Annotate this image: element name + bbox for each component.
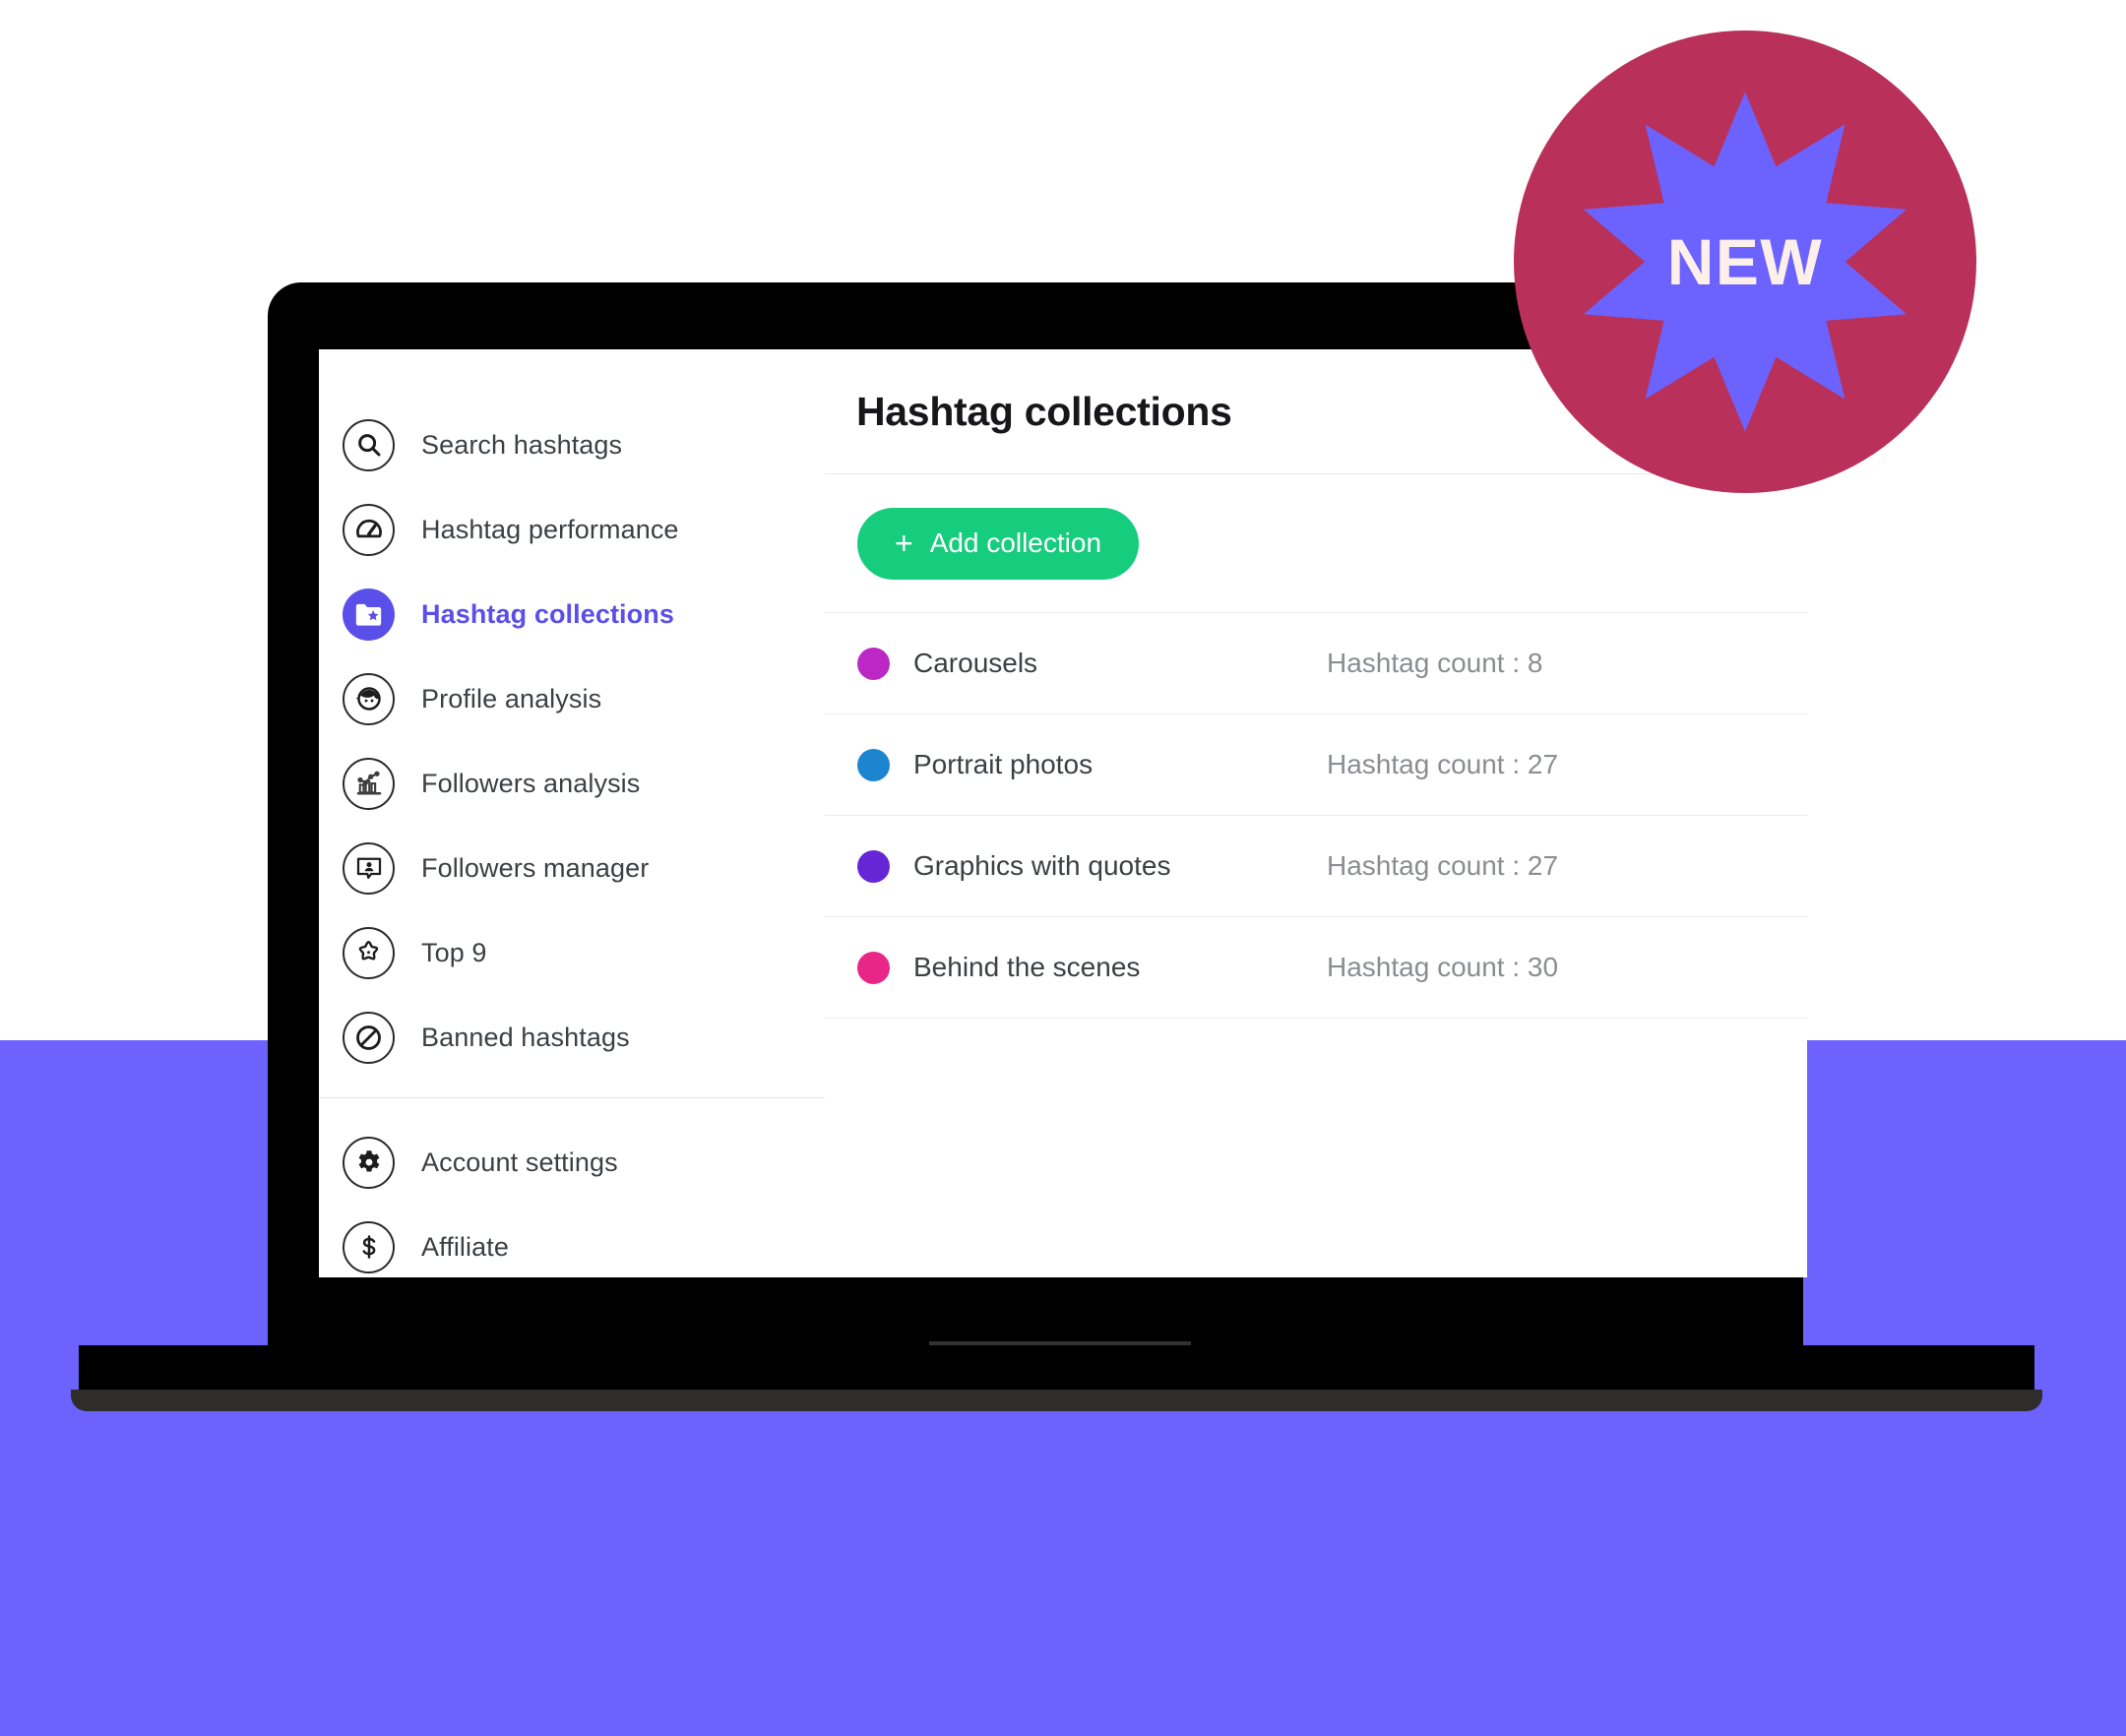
collection-color-dot: [857, 748, 890, 781]
sidebar-item-hashtag-performance[interactable]: Hashtag performance: [319, 487, 825, 572]
sidebar-primary-nav: Search hashtags Hashtag performance Hash…: [319, 403, 825, 1080]
bar-chart-icon: [343, 757, 395, 810]
sidebar-item-profile-analysis[interactable]: Profile analysis: [319, 656, 825, 741]
collection-row[interactable]: Behind the scenes Hashtag count : 30: [825, 917, 1807, 1019]
collection-color-dot: [857, 849, 890, 883]
collection-list-empty-space: [825, 1019, 1807, 1277]
collection-hashtag-count: Hashtag count : 30: [1327, 952, 1559, 982]
plus-icon: +: [895, 526, 913, 561]
collection-color-dot: [857, 951, 890, 984]
sidebar-item-label: Search hashtags: [421, 429, 623, 460]
sidebar-item-label: Hashtag performance: [421, 514, 679, 544]
collection-row[interactable]: Graphics with quotes Hashtag count : 27: [825, 816, 1807, 917]
sidebar-item-hashtag-collections[interactable]: Hashtag collections: [319, 572, 825, 656]
collection-list: Carousels Hashtag count : 8 Portrait photo…: [825, 613, 1807, 1019]
collection-hashtag-count: Hashtag count : 27: [1327, 850, 1559, 881]
collection-name: Portrait photos: [913, 749, 1094, 779]
sidebar: Search hashtags Hashtag performance Hash…: [319, 349, 825, 1277]
collection-color-dot: [857, 647, 890, 680]
laptop-base-foot: [71, 1390, 2042, 1411]
collection-name: Carousels: [913, 648, 1038, 678]
folder-star-icon: [343, 588, 395, 641]
sidebar-item-label: Affiliate: [421, 1231, 509, 1262]
sidebar-item-label: Followers analysis: [421, 768, 641, 798]
toolbar: + Add collection: [825, 474, 1807, 613]
sidebar-item-top-9[interactable]: Top 9: [319, 910, 825, 995]
add-collection-button[interactable]: + Add collection: [857, 507, 1140, 580]
add-collection-label: Add collection: [929, 527, 1102, 558]
sidebar-item-search-hashtags[interactable]: Search hashtags: [319, 403, 825, 487]
sidebar-item-label: Top 9: [421, 937, 487, 967]
collection-hashtag-count: Hashtag count : 8: [1327, 648, 1543, 678]
person-face-icon: [343, 672, 395, 725]
sidebar-item-followers-manager[interactable]: Followers manager: [319, 826, 825, 910]
dollar-icon: [343, 1220, 395, 1273]
speedometer-icon: [343, 503, 395, 556]
sidebar-item-label: Account settings: [421, 1147, 618, 1177]
collection-hashtag-count: Hashtag count : 27: [1327, 749, 1559, 779]
search-icon: [343, 418, 395, 471]
sidebar-footer-nav: Account settings Affiliate: [319, 1120, 825, 1277]
sidebar-item-label: Banned hashtags: [421, 1022, 630, 1052]
sidebar-item-label: Profile analysis: [421, 683, 602, 713]
collection-name: Graphics with quotes: [913, 850, 1171, 881]
gear-icon: [343, 1136, 395, 1189]
sidebar-divider: [319, 1097, 825, 1098]
page-title: Hashtag collections: [856, 388, 1232, 434]
sidebar-item-label: Followers manager: [421, 852, 650, 883]
sidebar-item-account-settings[interactable]: Account settings: [319, 1120, 825, 1205]
person-speech-bubble-icon: [343, 841, 395, 895]
sidebar-item-banned-hashtags[interactable]: Banned hashtags: [319, 995, 825, 1080]
collection-name: Behind the scenes: [913, 952, 1141, 982]
sidebar-item-followers-analysis[interactable]: Followers analysis: [319, 741, 825, 826]
new-badge: NEW: [1514, 31, 1976, 493]
collection-row[interactable]: Carousels Hashtag count : 8: [825, 613, 1807, 714]
star-outline-icon: [343, 926, 395, 979]
sidebar-item-affiliate[interactable]: Affiliate: [319, 1205, 825, 1277]
new-badge-label: NEW: [1666, 225, 1824, 298]
collection-row[interactable]: Portrait photos Hashtag count : 27: [825, 714, 1807, 816]
prohibition-icon: [343, 1011, 395, 1064]
sidebar-item-label: Hashtag collections: [421, 598, 674, 629]
